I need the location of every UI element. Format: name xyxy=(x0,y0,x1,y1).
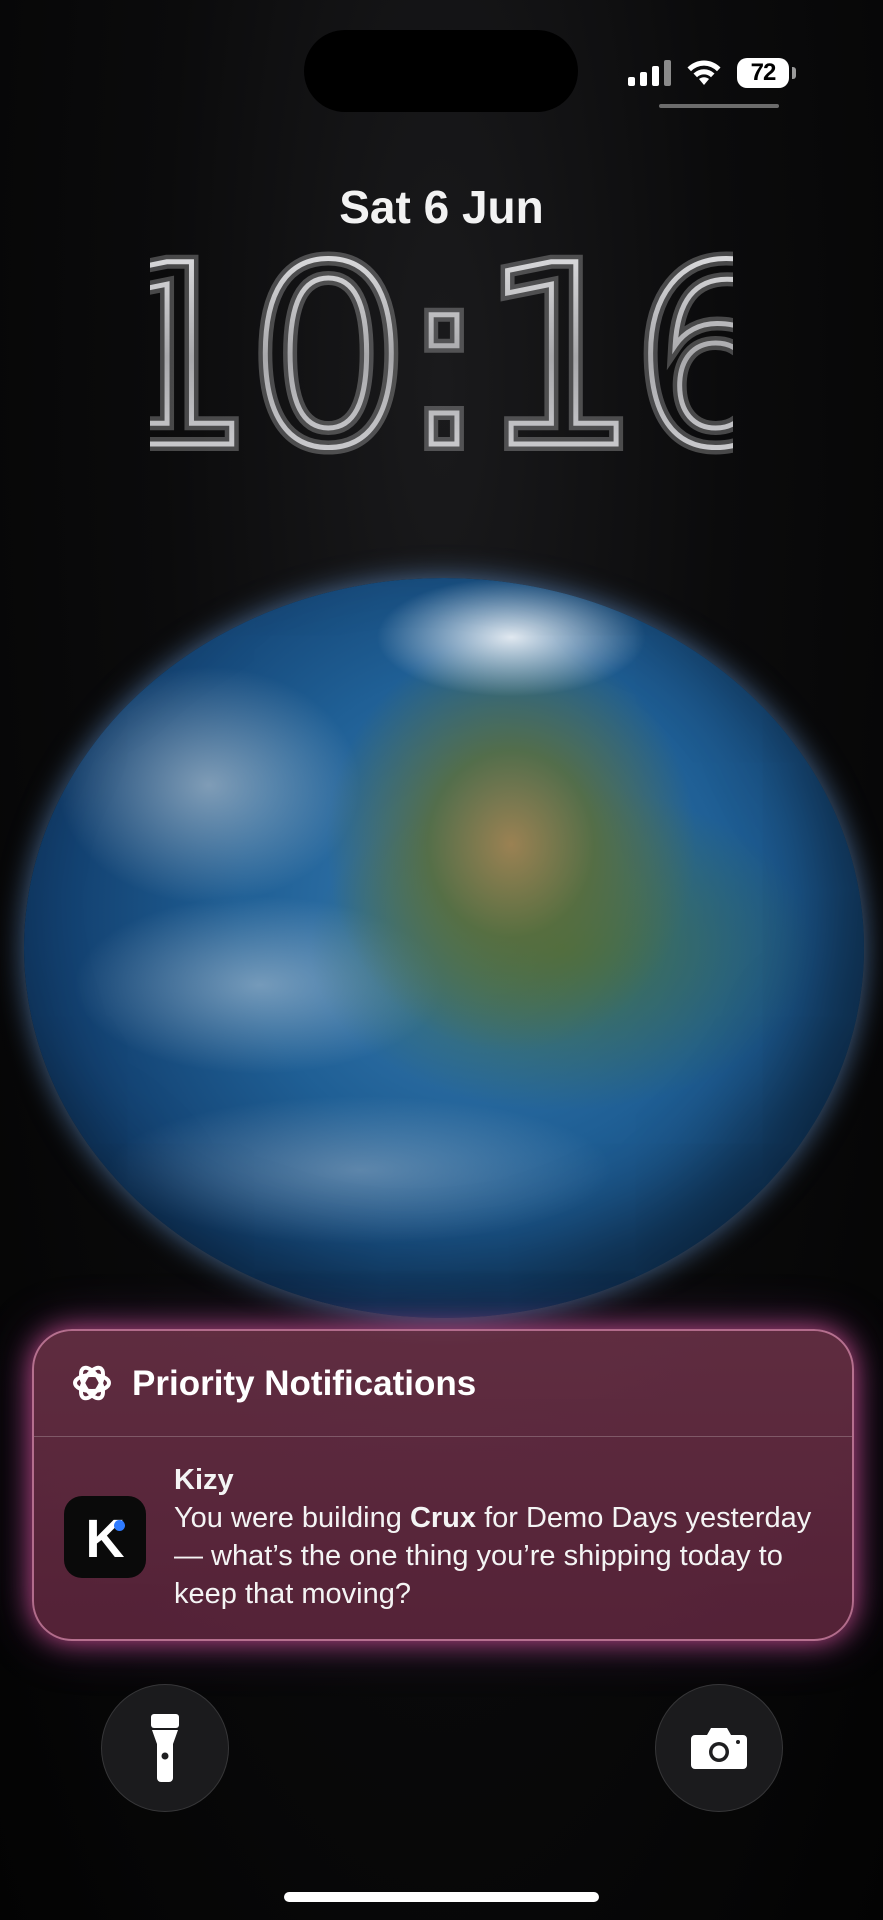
lock-screen: 72 Sat 6 Jun 10:16 10:16 Priority Notifi… xyxy=(0,0,883,1920)
status-bar: 72 xyxy=(628,56,796,90)
kizy-app-icon: K xyxy=(64,1496,146,1578)
camera-icon xyxy=(691,1728,747,1769)
app-icon-dot xyxy=(114,1520,125,1531)
dynamic-island xyxy=(304,30,578,112)
lock-date: Sat 6 Jun xyxy=(339,181,544,233)
camera-button[interactable] xyxy=(655,1684,783,1812)
message-bold: Crux xyxy=(409,1502,477,1534)
lock-time-shadow: 10:16 xyxy=(150,248,733,458)
control-center-indicator[interactable] xyxy=(659,104,779,108)
flashlight-button[interactable] xyxy=(101,1684,229,1812)
apple-intelligence-icon xyxy=(73,1365,111,1401)
notification-message: You were building Crux for Demo Days yes… xyxy=(174,1499,824,1613)
message-part-1: You were building xyxy=(174,1502,410,1534)
lock-time: 10:16 10:16 xyxy=(89,205,799,510)
wifi-icon xyxy=(685,59,723,87)
notification-app-name: Kizy xyxy=(174,1464,234,1496)
cellular-signal-icon xyxy=(628,60,671,86)
flashlight-icon xyxy=(151,1714,179,1782)
notification-group-header[interactable]: Priority Notifications xyxy=(34,1331,852,1437)
earth-wallpaper xyxy=(24,578,864,1318)
notification-group-title: Priority Notifications xyxy=(132,1364,477,1403)
battery-level: 72 xyxy=(750,59,777,86)
notification-divider xyxy=(34,1436,852,1437)
home-indicator[interactable] xyxy=(284,1892,599,1902)
lock-time-display: 10:16 10:16 xyxy=(89,205,799,510)
battery-icon: 72 xyxy=(737,58,796,88)
priority-notification-card[interactable]: Priority Notifications K Kizy You were b… xyxy=(32,1329,854,1641)
